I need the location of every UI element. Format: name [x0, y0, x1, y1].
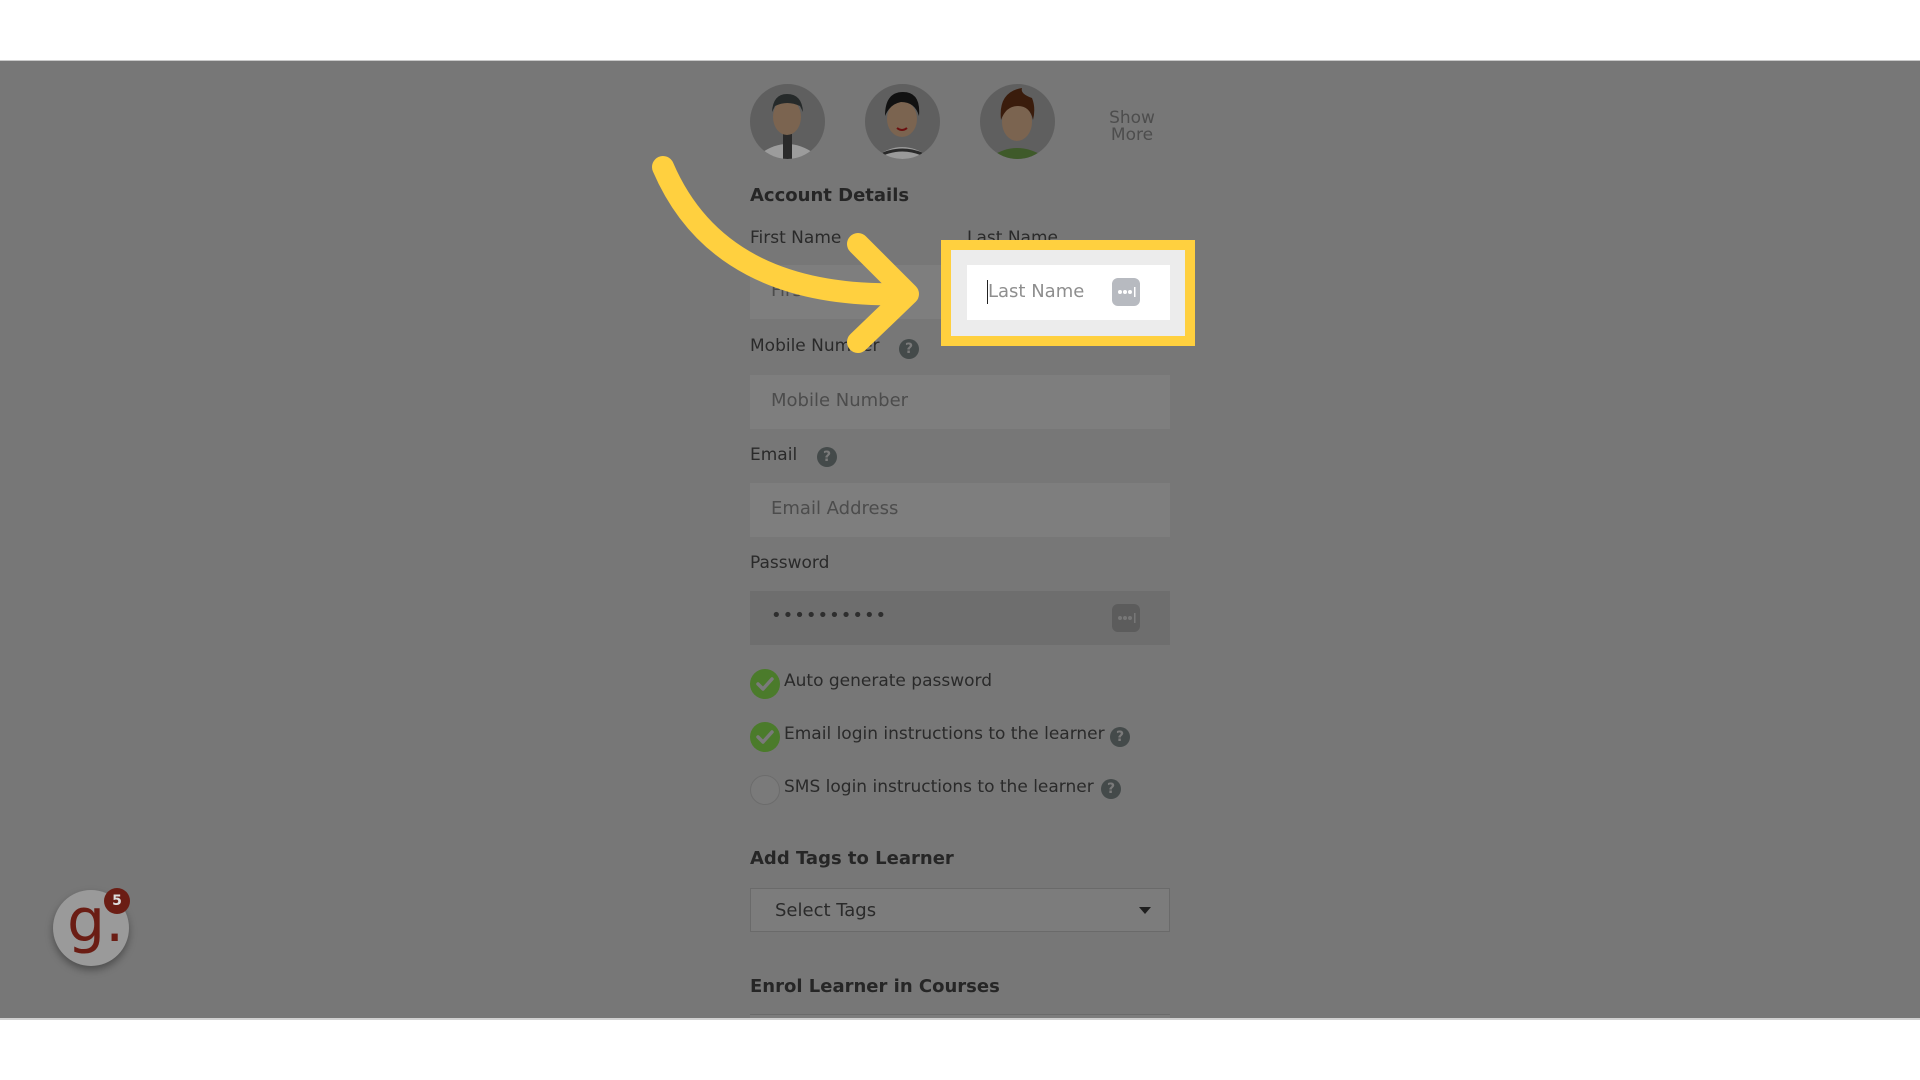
first-name-label: First Name [750, 228, 842, 248]
page-top-border-line [0, 60, 1920, 61]
sms-login-instructions-checkbox[interactable] [750, 775, 780, 805]
auto-generate-password-checkbox[interactable] [750, 669, 780, 699]
password-input[interactable]: •••••••••• [750, 591, 1170, 645]
notification-count-badge: 5 [104, 888, 130, 914]
auto-generate-password-label: Auto generate password [784, 671, 993, 691]
male-green-avatar-icon [992, 88, 1043, 159]
checkmark-icon [756, 677, 774, 691]
show-more-avatars-link[interactable]: Show More [1100, 110, 1164, 144]
help-widget-button[interactable]: g. 5 [53, 886, 130, 966]
email-input[interactable]: Email Address [750, 483, 1170, 537]
chevron-down-icon [1139, 907, 1151, 914]
show-more-line2: More [1110, 125, 1154, 145]
last-name-highlight-box: Last Name [941, 240, 1195, 346]
email-login-instructions-label: Email login instructions to the learner [784, 724, 1105, 744]
first-name-placeholder: First Name [771, 280, 868, 301]
email-help-icon[interactable]: ? [817, 447, 837, 467]
select-tags-dropdown[interactable]: Select Tags [750, 888, 1170, 932]
enrol-courses-heading: Enrol Learner in Courses [750, 976, 1000, 997]
page-header-blank [0, 0, 1920, 61]
sms-instructions-help-icon[interactable]: ? [1101, 779, 1121, 799]
last-name-placeholder: Last Name [988, 281, 1085, 302]
mobile-number-label: Mobile Number [750, 336, 880, 356]
mobile-number-placeholder: Mobile Number [771, 390, 909, 411]
sms-login-instructions-label: SMS login instructions to the learner [784, 777, 1094, 797]
password-manager-key-icon[interactable] [1112, 278, 1140, 306]
email-placeholder: Email Address [771, 498, 899, 519]
page-footer-blank [0, 1020, 1920, 1080]
password-label: Password [750, 553, 830, 573]
add-tags-heading: Add Tags to Learner [750, 848, 954, 869]
dimmed-overlay-page [0, 61, 1920, 1018]
checkmark-icon [756, 730, 774, 744]
password-value: •••••••••• [771, 605, 888, 626]
last-name-input[interactable]: Last Name [967, 265, 1170, 320]
avatar-option-male-green[interactable] [980, 84, 1055, 159]
password-manager-key-icon[interactable] [1112, 604, 1140, 632]
mobile-help-icon[interactable]: ? [899, 339, 919, 359]
email-instructions-help-icon[interactable]: ? [1110, 727, 1130, 747]
email-label: Email [750, 445, 798, 465]
account-details-heading: Account Details [750, 185, 910, 206]
select-tags-placeholder: Select Tags [775, 900, 877, 921]
female-avatar-icon [877, 92, 928, 159]
email-login-instructions-checkbox[interactable] [750, 722, 780, 752]
avatar-option-female[interactable] [865, 84, 940, 159]
first-name-input[interactable]: First Name [750, 265, 945, 319]
avatar-option-male-tie[interactable] [750, 84, 825, 159]
mobile-number-input[interactable]: Mobile Number [750, 375, 1170, 429]
male-avatar-icon [760, 94, 815, 159]
